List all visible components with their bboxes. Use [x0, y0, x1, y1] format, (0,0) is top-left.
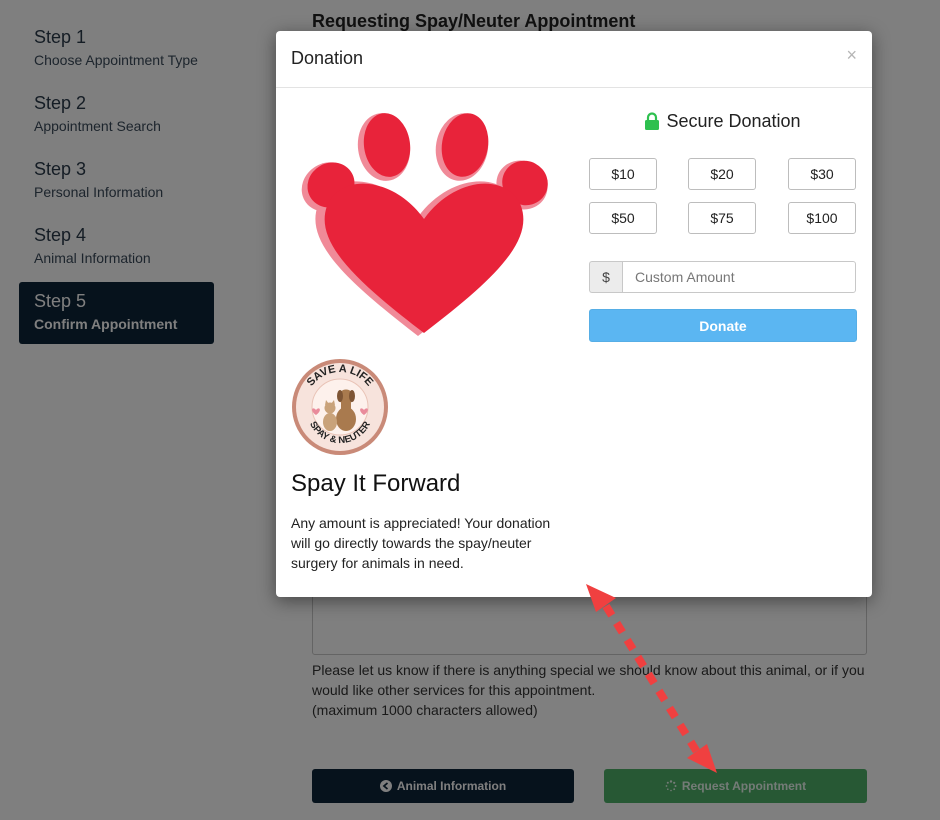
- currency-addon: $: [589, 261, 622, 293]
- secure-donation-label: Secure Donation: [666, 111, 801, 131]
- donate-button[interactable]: Donate: [589, 309, 857, 342]
- modal-header: Donation ×: [276, 31, 872, 88]
- paw-heart-logo: [301, 113, 548, 336]
- close-icon[interactable]: ×: [846, 45, 857, 66]
- amount-10-button[interactable]: $10: [589, 158, 657, 190]
- lock-icon: [645, 112, 660, 130]
- amount-75-button[interactable]: $75: [688, 202, 756, 234]
- amount-20-button[interactable]: $20: [688, 158, 756, 190]
- amount-100-button[interactable]: $100: [788, 202, 856, 234]
- amount-30-button[interactable]: $30: [788, 158, 856, 190]
- amount-50-button[interactable]: $50: [589, 202, 657, 234]
- custom-amount-input[interactable]: [622, 261, 856, 293]
- custom-amount-group: $: [589, 261, 856, 293]
- save-a-life-badge: SAVE A LIFE SPAY & NEUTER: [292, 359, 388, 455]
- secure-donation-header: Secure Donation: [589, 111, 856, 132]
- spay-it-forward-title: Spay It Forward: [291, 470, 461, 497]
- donation-modal: Donation × SAVE A LIFE SPAY & NEUTER Spa…: [276, 31, 872, 597]
- modal-title: Donation: [291, 48, 364, 68]
- donation-description: Any amount is appreciated! Your donation…: [291, 515, 551, 571]
